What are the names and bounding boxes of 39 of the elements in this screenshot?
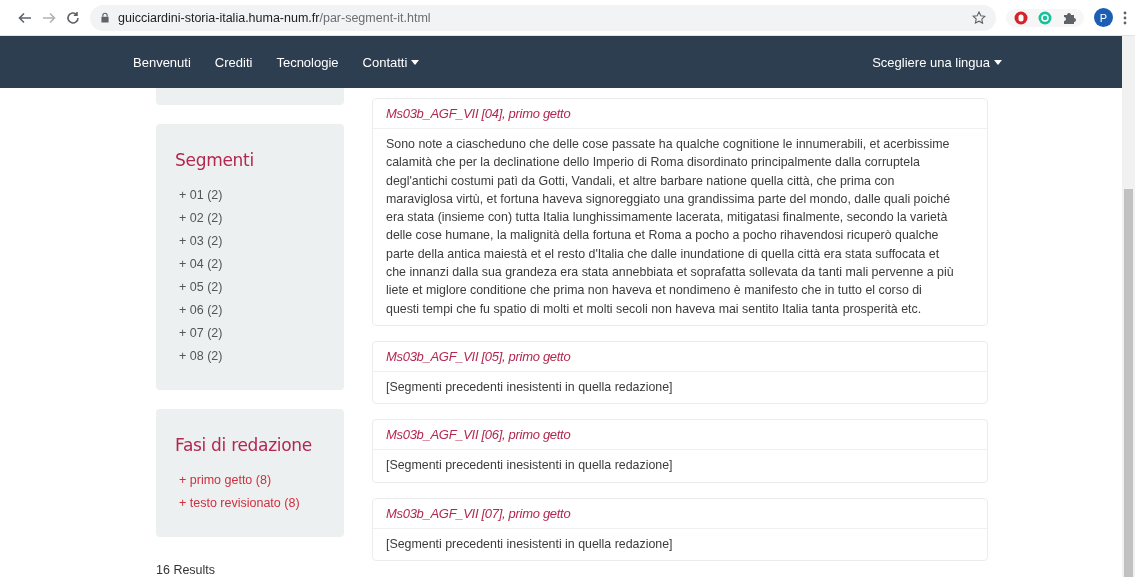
results-count: 16 Results — [156, 562, 217, 577]
puzzle-icon[interactable] — [1062, 10, 1076, 25]
profile-avatar[interactable]: P — [1094, 8, 1113, 27]
filter-link[interactable]: + 03 (2) — [175, 230, 325, 253]
panel-title: Segmenti — [175, 150, 255, 170]
back-icon[interactable] — [18, 10, 32, 25]
lock-icon — [100, 12, 110, 23]
menu-icon[interactable] — [1123, 10, 1127, 25]
card-title: Ms03b_AGF_VII [07], primo getto — [373, 498, 987, 529]
panel-title: Fasi di redazione — [175, 435, 313, 455]
nav-link[interactable]: Crediti — [214, 54, 253, 70]
segment-text: [Segmenti precedenti inesistenti in quella redazione] — [385, 535, 674, 553]
card-title: Ms03b_AGF_VII [06], primo getto — [373, 420, 987, 451]
language-menu[interactable]: Scegliere una lingua — [872, 54, 1002, 70]
url-host: guicciardini-storia-italia.huma-num.fr — [118, 10, 320, 25]
filter-link[interactable]: + testo revisionato (8) — [175, 492, 325, 515]
nav-link[interactable]: Tecnologie — [276, 54, 339, 70]
segment-text: [Segmenti precedenti inesistenti in quella redazione] — [385, 457, 674, 475]
filter-link[interactable]: + 05 (2) — [175, 276, 325, 299]
filter-link[interactable]: + primo getto (8) — [175, 469, 325, 492]
nav-link[interactable]: Contatti — [362, 54, 420, 70]
url-path: /par-segment-it.html — [319, 10, 431, 25]
filter-link[interactable]: + 02 (2) — [175, 207, 325, 230]
filter-link[interactable]: + 06 (2) — [175, 299, 325, 322]
extension-icon[interactable] — [1014, 10, 1028, 25]
star-icon[interactable] — [972, 10, 986, 25]
segment-text: Sono note a ciascheduno che delle cose passate ha qualche cognitione le innumerabili, et acerbissime calamità che per la declinatione dello Imperio di Roma disordinato principalmente dalla corruptela degl'antichi costumi patì da Gotti, Vandali, et altre barbare natione quella città, che prima con maraviglosa virtù, et fortuna haveva signoreggiato una grandissima parte del mondo, dalle quali poiché era stata (insieme con) tutta Italia lunghissimamente lacerata, mitigatasi finalmente, secondo la varietà delle cose humane, la malignità della fortuna et Roma a pocho a pocho rihavendosi ricuperò qualche parte della antica maiestà et el resto d'Italia che dalle inundatione di quella città era stata suffocata et che innanzi dalla sua grandeza era stata annebbiata et soprafatta sollevata da tanti mali pervenne a più liete et miglore conditione che prima non haveva et nondimeno è manifesto che in tutto el corso di questi tempi che fu spatio di molti et molti secoli non haveva mai sentito Italia tanta prosperità etc. — [385, 136, 955, 318]
scrollbar-thumb[interactable] — [1124, 189, 1133, 577]
card-title: Ms03b_AGF_VII [04], primo getto — [373, 99, 987, 129]
segment-text: [Segmenti precedenti inesistenti in quella redazione] — [385, 378, 674, 396]
scrollbar[interactable] — [1122, 36, 1135, 577]
filter-link[interactable]: + 07 (2) — [175, 322, 325, 345]
filter-link[interactable]: + 04 (2) — [175, 253, 325, 276]
card-title: Ms03b_AGF_VII [05], primo getto — [373, 341, 987, 372]
filter-link[interactable]: + 01 (2) — [175, 184, 325, 207]
reload-icon[interactable] — [66, 10, 80, 25]
address-bar[interactable]: guicciardini-storia-italia.huma-num.fr/par-segment-it.html — [90, 4, 996, 31]
nav-link[interactable]: Benvenuti — [133, 54, 191, 70]
filter-link[interactable]: + 08 (2) — [175, 345, 325, 368]
